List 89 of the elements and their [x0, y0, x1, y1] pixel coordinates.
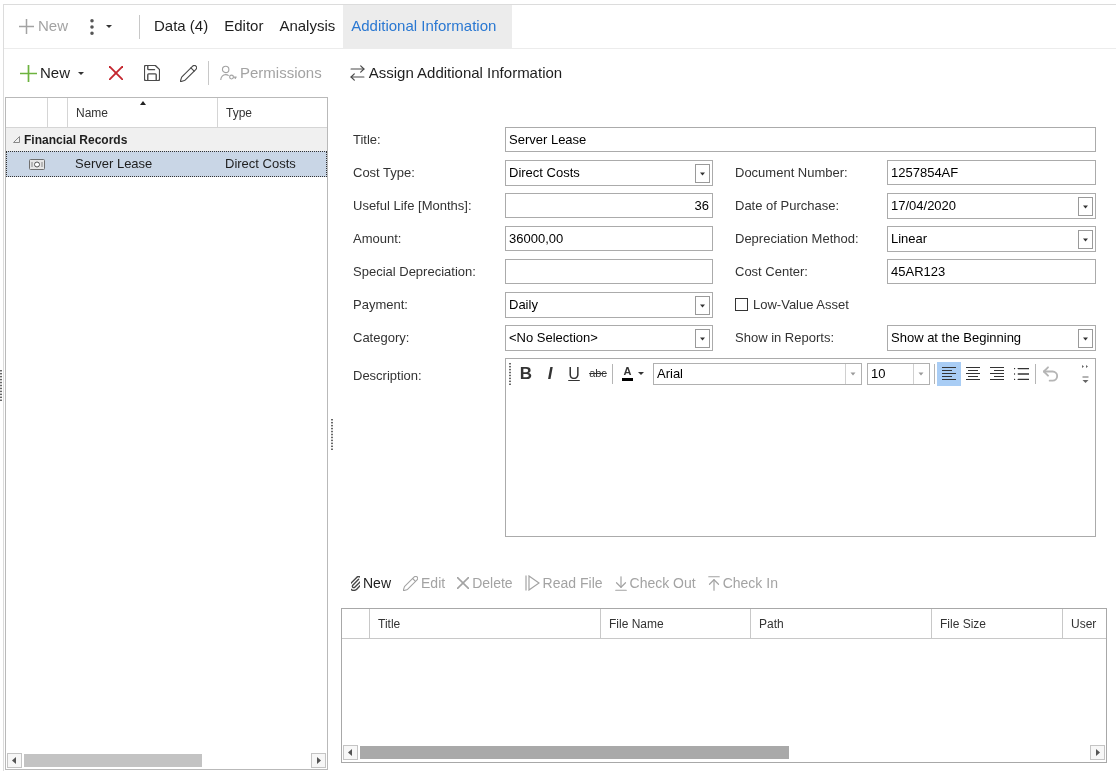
dropdown-field[interactable]: Linear	[887, 226, 1096, 252]
scroll-left-icon[interactable]	[343, 745, 358, 760]
field-label: Cost Type:	[353, 163, 415, 182]
edge-splitter-grip[interactable]	[0, 370, 2, 401]
banknote-icon	[29, 158, 45, 170]
field-label: Category:	[353, 328, 410, 347]
arrow-up-to-line-icon	[707, 575, 720, 591]
expander-icon[interactable]	[13, 136, 20, 143]
field-label: Show in Reports:	[735, 328, 834, 347]
scroll-left-icon[interactable]	[7, 753, 22, 768]
strikethrough-button[interactable]: abc	[586, 362, 610, 385]
plus-icon	[20, 64, 37, 82]
number-field[interactable]: 36	[505, 193, 713, 218]
tab[interactable]: Analysis	[271, 5, 344, 48]
align-center-icon	[966, 367, 980, 380]
tab[interactable]: Editor	[216, 5, 272, 48]
pencil-icon	[403, 575, 418, 591]
new-button[interactable]: New	[14, 59, 90, 87]
column-header[interactable]: Type	[218, 98, 327, 127]
checkbox-label[interactable]: Low-Value Asset	[753, 294, 849, 315]
align-right-icon	[990, 367, 1004, 380]
column-header[interactable]: Title	[370, 609, 601, 638]
text-field[interactable]: 36000,00	[505, 226, 713, 251]
table-cell-text: Server Lease	[75, 155, 153, 174]
toolbar-overflow-icon[interactable]	[1082, 363, 1089, 384]
font-color-button[interactable]: A	[615, 362, 651, 385]
column-header[interactable]: User	[1063, 609, 1106, 638]
rich-text-editor[interactable]: B I U abc A Arial 10	[505, 358, 1096, 537]
caret-icon	[638, 372, 645, 375]
bullet-list-icon	[1013, 367, 1029, 380]
field-label: Depreciation Method:	[735, 229, 859, 248]
horizontal-scrollbar[interactable]	[6, 752, 327, 769]
bold-button[interactable]: B	[514, 362, 538, 385]
delete-icon	[457, 577, 470, 589]
bar-triangle-icon	[524, 575, 540, 591]
caret-icon	[78, 71, 84, 75]
scroll-right-icon[interactable]	[311, 753, 326, 768]
pencil-icon	[179, 64, 197, 82]
horizontal-scrollbar[interactable]	[342, 744, 1106, 761]
splitter-grip[interactable]	[330, 418, 333, 450]
dropdown-field[interactable]: Show at the Beginning	[887, 325, 1096, 351]
align-left-icon	[942, 367, 956, 380]
tab[interactable]: Additional Information	[343, 5, 513, 48]
column-header[interactable]: Path	[751, 609, 932, 638]
field-label: Description:	[353, 368, 422, 383]
arrow-down-to-line-icon	[614, 575, 627, 591]
column-header[interactable]: Name	[68, 98, 218, 127]
field-label: Date of Purchase:	[735, 196, 840, 215]
scroll-right-icon[interactable]	[1090, 745, 1105, 760]
plus-icon	[19, 19, 34, 34]
field-label: Amount:	[353, 229, 402, 248]
column-header[interactable]: File Name	[601, 609, 751, 638]
group-title: Financial Records	[24, 131, 128, 149]
new-button[interactable]: New	[350, 571, 392, 595]
delete-icon	[109, 66, 123, 80]
text-field[interactable]: Server Lease	[505, 127, 1096, 152]
scrollbar-thumb[interactable]	[24, 754, 202, 767]
font-size-combo[interactable]: 10	[867, 362, 930, 385]
date-field[interactable]: 17/04/2020	[887, 193, 1096, 219]
dropdown-field[interactable]: Daily	[505, 292, 713, 318]
paperclip-icon	[351, 575, 360, 591]
text-field[interactable]	[505, 259, 713, 284]
dropdown-field[interactable]: Direct Costs	[505, 160, 713, 186]
table-cell-text: Direct Costs	[225, 155, 296, 174]
swap-arrows-icon	[348, 65, 366, 81]
field-label: Document Number:	[735, 163, 848, 182]
caret-icon	[106, 25, 112, 28]
scrollbar-thumb[interactable]	[360, 746, 789, 759]
save-icon	[144, 65, 160, 81]
field-label: Useful Life [Months]:	[353, 196, 472, 215]
dropdown-field[interactable]: <No Selection>	[505, 325, 713, 351]
italic-button[interactable]: I	[538, 362, 562, 385]
assign-button[interactable]: Assign Additional Information	[342, 59, 569, 87]
checkbox[interactable]	[735, 298, 748, 311]
field-label: Cost Center:	[735, 262, 808, 281]
field-label: Title:	[353, 130, 381, 149]
text-field[interactable]: 45AR123	[887, 259, 1096, 284]
text-field[interactable]: 1257854AF	[887, 160, 1096, 185]
user-key-icon	[220, 65, 237, 81]
align-left-button[interactable]	[937, 361, 961, 386]
column-header[interactable]: File Size	[932, 609, 1063, 638]
field-label: Payment:	[353, 295, 408, 314]
font-combo[interactable]: Arial	[653, 362, 862, 385]
more-vertical-icon	[90, 18, 94, 35]
underline-button[interactable]: U	[562, 362, 586, 385]
field-label: Special Depreciation:	[353, 262, 476, 281]
tab[interactable]: Data (4)	[146, 5, 217, 48]
table-row[interactable]: Server Lease Direct Costs	[6, 151, 327, 177]
undo-icon	[1042, 365, 1058, 382]
